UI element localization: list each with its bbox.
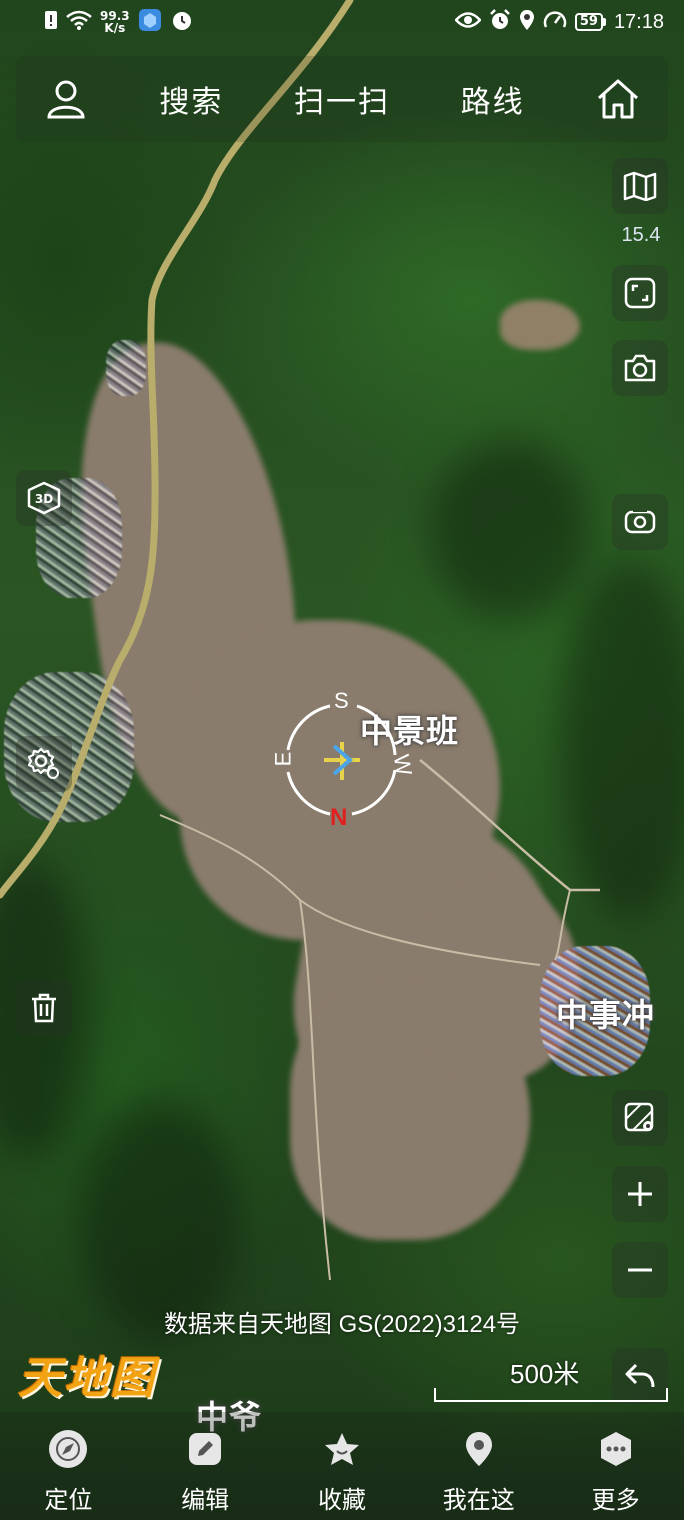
- star-icon: [323, 1430, 361, 1468]
- camera-icon: [624, 354, 656, 382]
- compass-ring: [286, 704, 397, 816]
- settings-button[interactable]: [16, 736, 72, 792]
- route-button[interactable]: 路线: [417, 77, 568, 121]
- app-icon: [138, 8, 162, 36]
- compass-south: S: [334, 688, 349, 713]
- place-label[interactable]: 中事冲: [556, 990, 655, 1036]
- bottom-navigation: 定位 编辑 收藏 我在这 更多: [0, 1412, 684, 1520]
- speedometer-icon: [543, 9, 567, 36]
- fullscreen-button[interactable]: [612, 265, 668, 321]
- compass-east: E: [270, 751, 296, 767]
- i-am-here-button[interactable]: 我在这: [410, 1412, 547, 1520]
- zoom-in-button[interactable]: [612, 1166, 668, 1222]
- location-icon: [519, 9, 535, 36]
- edit-button[interactable]: 编辑: [137, 1412, 274, 1520]
- map-icon: [623, 171, 657, 201]
- map-pin-grid-icon: [624, 1102, 654, 1132]
- favorites-button[interactable]: 收藏: [274, 1412, 411, 1520]
- compass-west: W: [388, 752, 417, 778]
- undo-arrow-icon: [625, 1363, 655, 1388]
- clock-time: 17:18: [613, 10, 664, 33]
- scale-label: 500米: [510, 1359, 580, 1389]
- more-label: 更多: [591, 1486, 640, 1514]
- zoom-out-button[interactable]: [612, 1242, 668, 1298]
- battery-indicator: 59: [574, 13, 606, 31]
- i-am-here-label: 我在这: [442, 1486, 515, 1514]
- compass-icon: [49, 1430, 88, 1468]
- 3d-view-button[interactable]: 3D: [16, 470, 72, 526]
- tianditu-logo: 天地图: [18, 1353, 156, 1404]
- more-button[interactable]: 更多: [547, 1412, 684, 1520]
- top-navigation: 搜索 扫一扫 路线: [16, 56, 668, 142]
- search-button[interactable]: 搜索: [116, 77, 267, 121]
- status-bar: 99.3 K/s 59 17:18: [0, 0, 684, 44]
- svg-text:3D: 3D: [35, 492, 53, 506]
- compass-north: N: [330, 804, 348, 831]
- favorites-label: 收藏: [317, 1486, 366, 1514]
- gear-icon: [27, 747, 59, 779]
- capture-button[interactable]: [612, 494, 668, 550]
- battery-level: 59: [574, 13, 603, 31]
- plus-icon: [628, 1182, 652, 1206]
- more-icon: [597, 1430, 635, 1468]
- offline-map-button[interactable]: [612, 1090, 668, 1146]
- edit-label: 编辑: [181, 1486, 230, 1514]
- compass[interactable]: S E W N: [270, 688, 417, 831]
- 3d-cube-icon: 3D: [27, 481, 61, 515]
- net-speed-unit: K/s: [104, 21, 126, 35]
- user-profile-button[interactable]: [16, 79, 116, 119]
- net-speed: 99.3 K/s: [100, 10, 130, 34]
- alarm-app-icon: [170, 8, 194, 36]
- screenshot-button[interactable]: [612, 340, 668, 396]
- scale-bar: [434, 1388, 668, 1402]
- scan-button[interactable]: 扫一扫: [267, 77, 418, 121]
- user-icon: [47, 80, 85, 119]
- fullscreen-icon: [624, 277, 656, 309]
- locate-label: 定位: [44, 1486, 93, 1514]
- alarm-clock-icon: [489, 8, 511, 36]
- trash-icon: [32, 993, 56, 1023]
- location-pin-icon: [460, 1430, 498, 1468]
- wifi-icon: [66, 10, 92, 34]
- capture-icon: [624, 507, 656, 534]
- home-button[interactable]: [568, 78, 668, 120]
- home-icon: [598, 79, 639, 119]
- minus-icon: [628, 1268, 652, 1272]
- zoom-level: 15.4: [621, 224, 661, 246]
- eye-icon: [454, 10, 482, 34]
- map-layers-button[interactable]: [612, 158, 668, 214]
- delete-button[interactable]: [16, 980, 72, 1036]
- map-attribution: 数据来自天地图 GS(2022)3124号: [163, 1311, 521, 1338]
- edit-icon: [186, 1430, 224, 1468]
- notification-icon: [44, 10, 58, 34]
- locate-button[interactable]: 定位: [0, 1412, 137, 1520]
